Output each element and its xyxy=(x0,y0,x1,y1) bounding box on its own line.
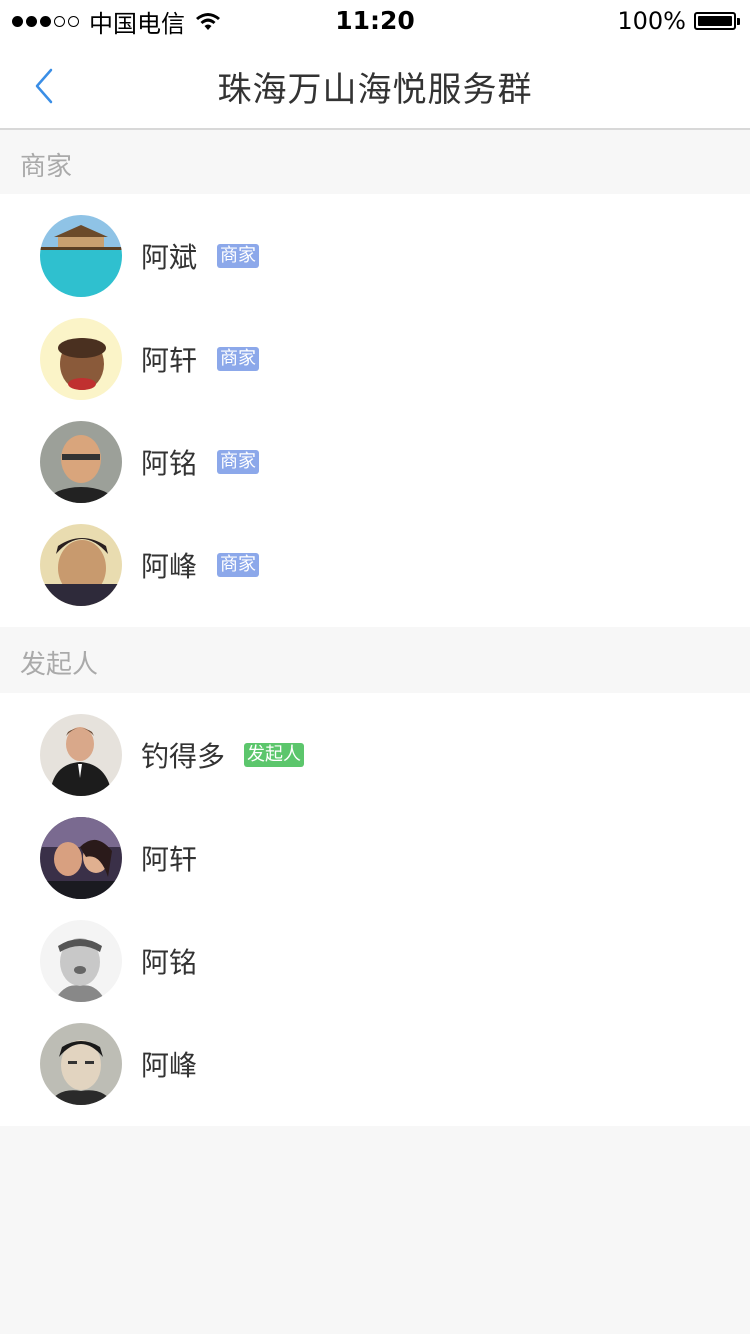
list-item[interactable]: 阿峰 xyxy=(0,1012,750,1115)
avatar xyxy=(40,420,122,503)
avatar xyxy=(40,816,122,899)
merchant-badge: 商家 xyxy=(217,552,259,577)
section-title: 发起人 xyxy=(20,650,99,680)
battery-icon xyxy=(694,12,740,30)
member-name: 阿峰 xyxy=(141,549,198,583)
avatar xyxy=(40,1022,122,1105)
section-header-merchants: 商家 xyxy=(0,130,750,194)
page-title: 珠海万山海悦服务群 xyxy=(217,70,533,110)
member-name: 阿轩 xyxy=(141,842,198,876)
list-item[interactable]: 阿峰 商家 xyxy=(0,513,750,616)
avatar xyxy=(40,317,122,400)
avatar xyxy=(40,523,122,606)
avatar xyxy=(40,919,122,1002)
avatar xyxy=(40,214,122,297)
list-item[interactable]: 阿铭 xyxy=(0,909,750,1012)
merchant-badge: 商家 xyxy=(217,243,259,268)
member-name: 阿铭 xyxy=(141,446,198,480)
founder-list: 钓得多 发起人 阿轩 阿铭 阿峰 xyxy=(0,693,750,1126)
status-right: 100% xyxy=(617,6,740,36)
founder-badge: 发起人 xyxy=(244,742,304,767)
avatar xyxy=(40,713,122,796)
section-title: 商家 xyxy=(20,152,73,182)
list-item[interactable]: 阿铭 商家 xyxy=(0,410,750,513)
member-name: 阿峰 xyxy=(141,1048,198,1082)
merchant-badge: 商家 xyxy=(217,449,259,474)
navigation-bar: 珠海万山海悦服务群 xyxy=(0,42,750,130)
list-item[interactable]: 阿轩 xyxy=(0,806,750,909)
list-item[interactable]: 阿斌 商家 xyxy=(0,204,750,307)
status-bar: 中国电信 11:20 100% xyxy=(0,0,750,42)
merchant-badge: 商家 xyxy=(217,346,259,371)
list-item[interactable]: 钓得多 发起人 xyxy=(0,703,750,806)
member-name: 阿铭 xyxy=(141,945,198,979)
member-name: 阿斌 xyxy=(141,240,198,274)
member-name: 阿轩 xyxy=(141,343,198,377)
battery-percent: 100% xyxy=(617,7,686,35)
member-name: 钓得多 xyxy=(141,739,226,773)
section-header-founders: 发起人 xyxy=(0,627,750,693)
list-item[interactable]: 阿轩 商家 xyxy=(0,307,750,410)
merchant-list: 阿斌 商家 阿轩 商家 阿铭 商家 阿峰 商家 xyxy=(0,194,750,627)
